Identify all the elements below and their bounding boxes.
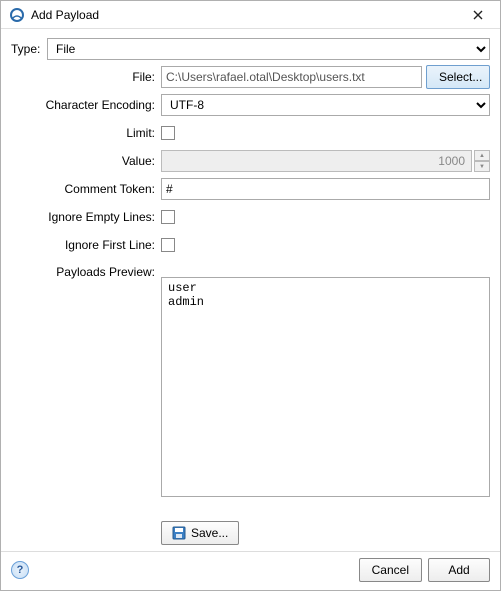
dialog-body: Type: File File: Select... Character Enc… xyxy=(1,29,500,551)
value-spinner-down: ▼ xyxy=(474,161,490,172)
add-payload-dialog: Add Payload Type: File File: Select... C… xyxy=(0,0,501,591)
ignore-first-checkbox[interactable] xyxy=(161,238,175,252)
type-label: Type: xyxy=(11,42,47,56)
help-button[interactable]: ? xyxy=(11,561,29,579)
encoding-select[interactable]: UTF-8 xyxy=(161,94,490,116)
comment-token-label: Comment Token: xyxy=(11,178,161,200)
select-file-button[interactable]: Select... xyxy=(426,65,490,89)
encoding-label: Character Encoding: xyxy=(11,94,161,116)
close-button[interactable] xyxy=(464,4,492,26)
help-icon: ? xyxy=(17,564,24,576)
add-button[interactable]: Add xyxy=(428,558,490,582)
value-input xyxy=(161,150,472,172)
value-spinner: ▲ ▼ xyxy=(161,150,490,172)
save-icon xyxy=(172,526,186,540)
file-path-input[interactable] xyxy=(161,66,422,88)
value-label: Value: xyxy=(11,150,161,172)
limit-checkbox[interactable] xyxy=(161,126,175,140)
save-button[interactable]: Save... xyxy=(161,521,239,545)
limit-label: Limit: xyxy=(11,122,161,144)
cancel-button[interactable]: Cancel xyxy=(359,558,422,582)
ignore-empty-label: Ignore Empty Lines: xyxy=(11,206,161,228)
value-spinner-up: ▲ xyxy=(474,150,490,161)
file-label: File: xyxy=(11,66,161,88)
payloads-preview[interactable]: user admin xyxy=(161,277,490,497)
preview-label: Payloads Preview: xyxy=(11,261,161,283)
comment-token-input[interactable] xyxy=(161,178,490,200)
close-icon xyxy=(473,10,483,20)
window-title: Add Payload xyxy=(31,8,464,22)
app-icon xyxy=(9,7,25,23)
ignore-empty-checkbox[interactable] xyxy=(161,210,175,224)
type-select[interactable]: File xyxy=(47,38,490,60)
dialog-footer: ? Cancel Add xyxy=(1,551,500,590)
titlebar: Add Payload xyxy=(1,1,500,29)
ignore-first-label: Ignore First Line: xyxy=(11,234,161,256)
save-button-label: Save... xyxy=(191,526,228,540)
